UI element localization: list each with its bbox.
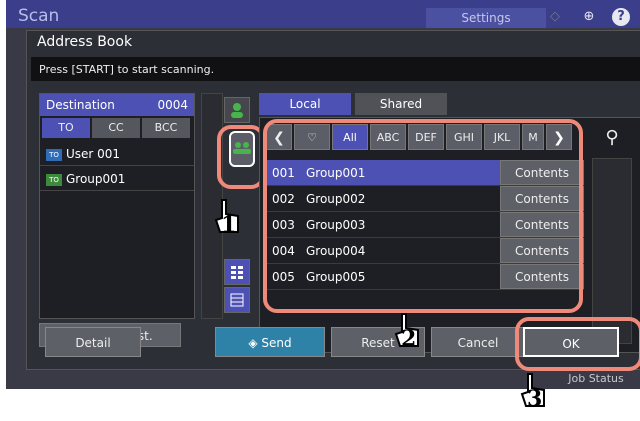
settings-button[interactable]: Settings bbox=[426, 8, 546, 28]
destination-label: Destination bbox=[46, 98, 115, 112]
search-icon[interactable]: ⚲ bbox=[590, 124, 634, 152]
help-icon[interactable]: ? bbox=[612, 8, 630, 26]
screen: Scan Settings ◇ ⊕ ? Address Book Press [… bbox=[6, 0, 640, 389]
group-badge-icon: TO bbox=[46, 173, 62, 186]
destination-panel: Destination 0004 TO CC BCC TO User 001 TO… bbox=[39, 93, 195, 319]
list-icon bbox=[230, 293, 244, 307]
cancel-button[interactable]: Cancel bbox=[431, 327, 525, 357]
group-view-button[interactable] bbox=[229, 131, 255, 167]
callout-highlight-2 bbox=[263, 119, 583, 313]
detail-view-button[interactable] bbox=[224, 287, 250, 313]
to-badge-icon: TO bbox=[46, 148, 62, 161]
status-icon: ◇ bbox=[550, 9, 560, 24]
tab-to[interactable]: TO bbox=[42, 118, 90, 138]
tab-cc[interactable]: CC bbox=[92, 118, 140, 138]
send-icon: ◈ bbox=[248, 336, 262, 350]
grid-icon bbox=[231, 266, 243, 279]
list-view-button[interactable] bbox=[224, 259, 250, 285]
ok-button[interactable]: OK bbox=[523, 327, 619, 357]
dialog-title: Address Book bbox=[37, 34, 133, 50]
tab-shared[interactable]: Shared bbox=[355, 93, 447, 115]
top-bar: Scan Settings ◇ ⊕ ? bbox=[6, 0, 640, 28]
destination-header: Destination 0004 bbox=[40, 94, 194, 116]
message-bar: Press [START] to start scanning. bbox=[31, 57, 640, 81]
person-view-button[interactable] bbox=[224, 97, 250, 123]
destination-item-name: Group001 bbox=[66, 172, 126, 186]
globe-icon[interactable]: ⊕ bbox=[580, 8, 598, 26]
tab-local[interactable]: Local bbox=[259, 93, 351, 115]
callout-number: 2 bbox=[401, 326, 417, 352]
job-status-button[interactable]: Job Status bbox=[546, 368, 640, 389]
detail-button[interactable]: Detail bbox=[45, 327, 141, 357]
callout-number: 1 bbox=[221, 212, 237, 238]
tab-bcc[interactable]: BCC bbox=[142, 118, 190, 138]
destination-count: 0004 bbox=[157, 98, 188, 112]
send-label: Send bbox=[261, 336, 292, 350]
address-book-dialog: Address Book Press [START] to start scan… bbox=[26, 30, 640, 371]
people-icon bbox=[233, 142, 251, 154]
app-title: Scan bbox=[18, 6, 60, 26]
destination-item[interactable]: TO User 001 bbox=[40, 142, 194, 166]
send-button[interactable]: ◈ Send bbox=[215, 327, 325, 357]
callout-number: 3 bbox=[527, 386, 543, 412]
destination-item-name: User 001 bbox=[66, 147, 121, 161]
destination-item[interactable]: TO Group001 bbox=[40, 167, 194, 191]
person-icon bbox=[231, 103, 243, 118]
